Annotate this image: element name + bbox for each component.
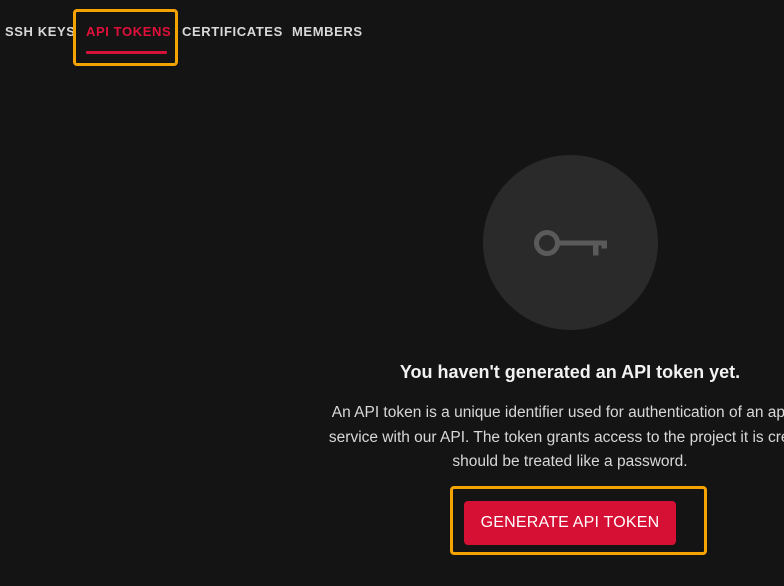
tab-ssh-keys[interactable]: SSH KEYS xyxy=(5,24,76,39)
key-icon xyxy=(534,230,607,256)
tab-certificates[interactable]: CERTIFICATES xyxy=(182,24,283,39)
description-line: should be treated like a password. xyxy=(452,453,688,470)
tab-api-tokens[interactable]: API TOKENS xyxy=(86,24,171,39)
api-tokens-page: SSH KEYS API TOKENS CERTIFICATES MEMBERS… xyxy=(0,0,784,586)
tab-members[interactable]: MEMBERS xyxy=(292,24,363,39)
empty-state-description: An API token is a unique identifier used… xyxy=(275,401,784,475)
tab-bar: SSH KEYS API TOKENS CERTIFICATES MEMBERS xyxy=(0,0,784,64)
generate-api-token-button[interactable]: GENERATE API TOKEN xyxy=(464,501,676,545)
description-line: service with our API. The token grants a… xyxy=(328,428,784,446)
description-line: An API token is a unique identifier used… xyxy=(331,404,784,421)
empty-state-title: You haven't generated an API token yet. xyxy=(399,362,741,382)
active-tab-indicator xyxy=(86,51,167,54)
